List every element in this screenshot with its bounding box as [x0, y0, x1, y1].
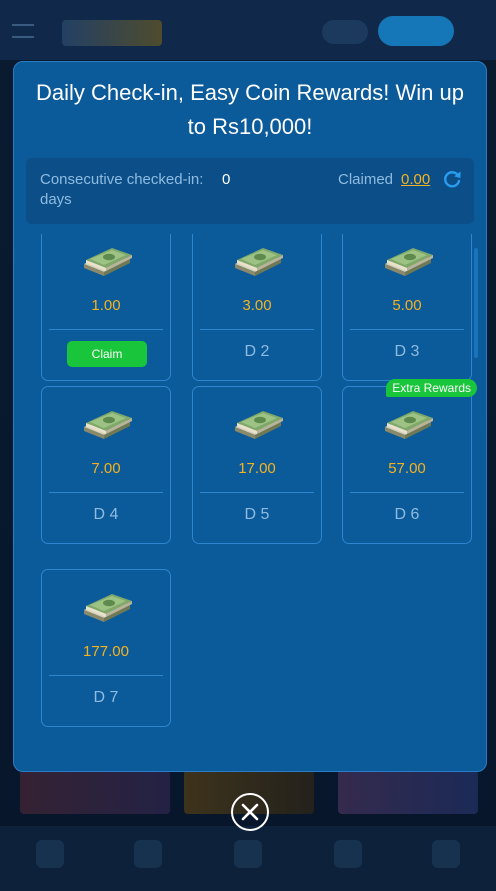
close-button[interactable] — [231, 793, 269, 831]
reward-card-day-6[interactable]: 57.00 D 6 Extra Rewards — [342, 379, 477, 544]
consecutive-count: 0 — [222, 171, 231, 188]
claimed-amount[interactable]: 0.00 — [401, 170, 430, 190]
cash-stack-icon — [235, 411, 283, 439]
reward-amount: 3.00 — [242, 297, 272, 314]
checkin-info-bar: Consecutive checked-in: 0 days Claimed 0… — [26, 158, 474, 224]
card-divider — [200, 492, 314, 493]
login-button — [322, 20, 368, 44]
card-divider — [49, 675, 163, 676]
reward-amount: 1.00 — [91, 297, 121, 314]
reward-amount: 5.00 — [392, 297, 422, 314]
app-logo — [62, 20, 162, 46]
menu-icon — [12, 24, 34, 38]
background-banner — [338, 770, 478, 814]
nav-icon — [36, 840, 64, 868]
register-button — [378, 16, 454, 46]
consecutive-unit: days — [40, 191, 72, 208]
close-icon — [241, 803, 259, 821]
card-divider — [350, 329, 464, 330]
cash-stack-icon — [84, 248, 132, 276]
card-divider — [49, 492, 163, 493]
day-label: D 6 — [394, 506, 420, 523]
card-divider — [350, 492, 464, 493]
day-label: D 4 — [93, 506, 119, 523]
reward-card-day-2[interactable]: 3.00 D 2 — [192, 234, 322, 381]
reward-amount: 17.00 — [238, 460, 276, 477]
day-label: D 5 — [244, 506, 270, 523]
cash-stack-icon — [84, 411, 132, 439]
reward-card-day-7[interactable]: 177.00 D 7 — [41, 569, 171, 727]
reward-amount: 57.00 — [388, 460, 426, 477]
reward-card-day-5[interactable]: 17.00 D 5 — [192, 386, 322, 544]
nav-icon — [432, 840, 460, 868]
nav-icon — [234, 840, 262, 868]
card-divider — [49, 329, 163, 330]
reward-card-day-1[interactable]: 1.00 Claim — [41, 234, 171, 381]
day-label: D 2 — [244, 343, 270, 360]
nav-icon — [134, 840, 162, 868]
rewards-grid[interactable]: 1.00 Claim 3.00 D 2 5.00 D 3 7.00 D 4 17.00 D 5 57… — [14, 234, 486, 747]
day-label: D 7 — [93, 689, 119, 706]
day-label: D 3 — [394, 343, 420, 360]
background-header — [0, 0, 496, 60]
modal-title: Daily Check-in, Easy Coin Rewards! Win u… — [36, 80, 464, 139]
rewards-scrollbar[interactable] — [474, 248, 478, 358]
nav-icon — [334, 840, 362, 868]
reward-card-day-3[interactable]: 5.00 D 3 — [342, 234, 472, 381]
refresh-icon[interactable] — [441, 168, 463, 190]
consecutive-label: Consecutive checked-in: — [40, 171, 204, 188]
claim-button[interactable]: Claim — [67, 341, 147, 367]
claimed-label: Claimed — [338, 171, 394, 188]
cash-stack-icon — [235, 248, 283, 276]
cash-stack-icon — [84, 594, 132, 622]
cash-stack-icon — [385, 411, 433, 439]
background-banner — [20, 770, 170, 814]
card-divider — [200, 329, 314, 330]
background-bottom-nav — [0, 826, 496, 891]
reward-card-day-4[interactable]: 7.00 D 4 — [41, 386, 171, 544]
reward-amount: 177.00 — [83, 643, 129, 660]
daily-checkin-modal: Daily Check-in, Easy Coin Rewards! Win u… — [13, 61, 487, 772]
reward-amount: 7.00 — [91, 460, 121, 477]
extra-rewards-badge: Extra Rewards — [386, 379, 477, 397]
cash-stack-icon — [385, 248, 433, 276]
